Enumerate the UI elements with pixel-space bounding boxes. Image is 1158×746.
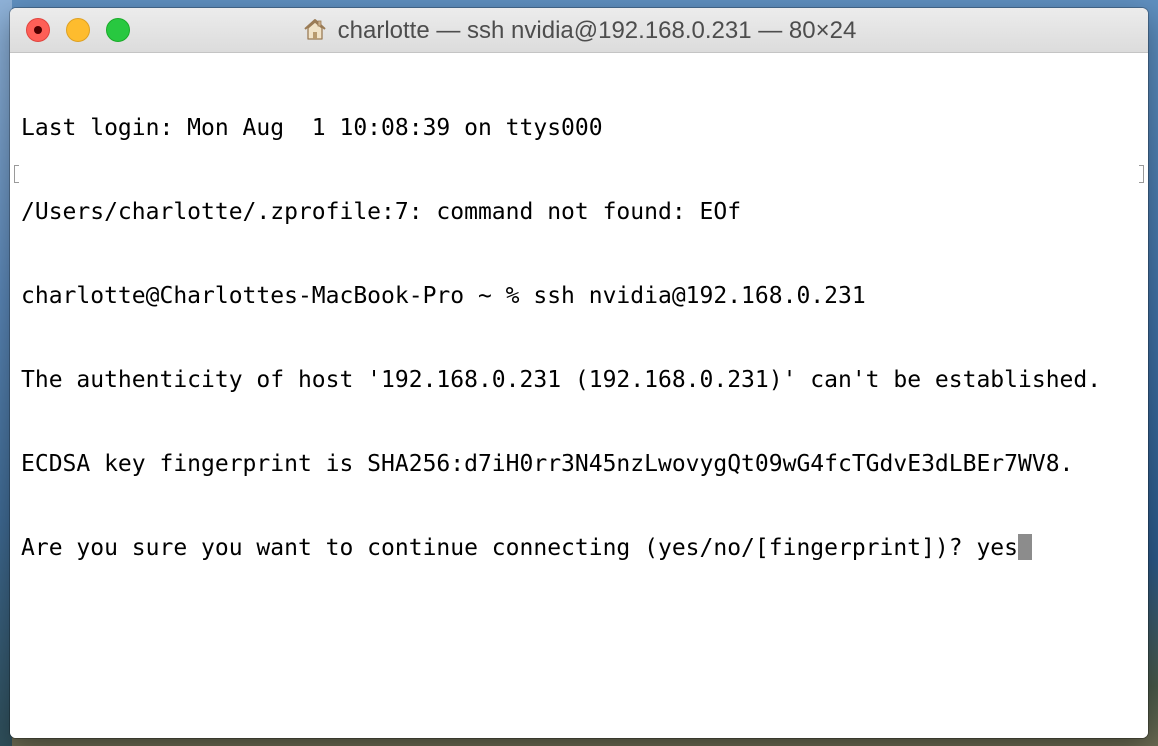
- terminal-line: ECDSA key fingerprint is SHA256:d7iH0rr3…: [21, 451, 1074, 477]
- terminal-content[interactable]: Last login: Mon Aug 1 10:08:39 on ttys00…: [10, 53, 1148, 738]
- terminal-prompt-line: Are you sure you want to continue connec…: [21, 534, 1101, 562]
- terminal-line: The authenticity of host '192.168.0.231 …: [21, 367, 1102, 393]
- home-folder-icon: [303, 19, 326, 40]
- text-cursor: [1018, 534, 1032, 560]
- title-bar[interactable]: charlotte — ssh nvidia@192.168.0.231 — 8…: [10, 8, 1148, 53]
- terminal-line: /Users/charlotte/.zprofile:7: command no…: [21, 199, 742, 225]
- terminal-line-text: Are you sure you want to continue connec…: [21, 535, 1018, 561]
- window-title-text: charlotte — ssh nvidia@192.168.0.231 — 8…: [337, 17, 857, 44]
- line-mark-right: [1139, 165, 1144, 183]
- terminal-output: Last login: Mon Aug 1 10:08:39 on ttys00…: [21, 58, 1101, 618]
- terminal-window[interactable]: charlotte — ssh nvidia@192.168.0.231 — 8…: [10, 8, 1148, 738]
- terminal-line: charlotte@Charlottes-MacBook-Pro ~ % ssh…: [21, 283, 866, 309]
- terminal-line: Last login: Mon Aug 1 10:08:39 on ttys00…: [21, 115, 603, 141]
- window-title: charlotte — ssh nvidia@192.168.0.231 — 8…: [10, 16, 1148, 45]
- line-mark-left: [14, 165, 19, 183]
